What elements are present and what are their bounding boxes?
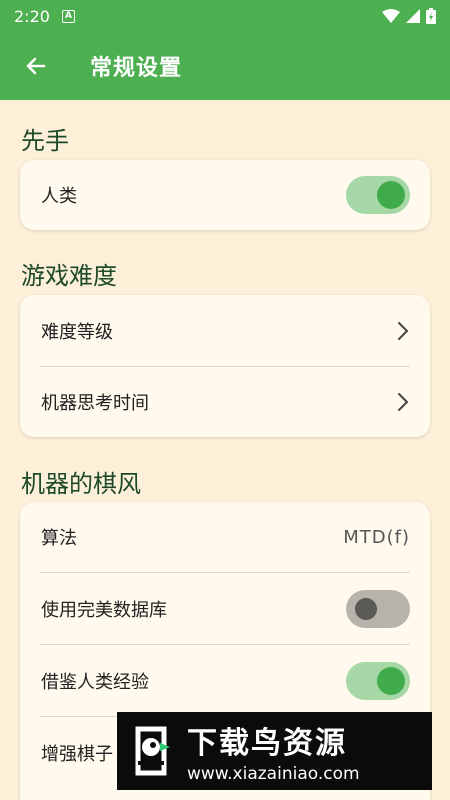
section-header-difficulty: 游戏难度	[21, 262, 117, 290]
status-bar: 2:20 A	[0, 0, 450, 32]
switch-thumb	[377, 181, 405, 209]
bird-logo-icon	[117, 712, 187, 790]
signal-icon	[406, 9, 420, 23]
setting-row-think-time[interactable]: 机器思考时间	[20, 367, 430, 437]
watermark-texts: 下载鸟资源 www.xiazainiao.com	[187, 718, 360, 784]
watermark-url: www.xiazainiao.com	[187, 764, 360, 784]
watermark-title: 下载鸟资源	[187, 726, 347, 761]
chevron-right-icon	[398, 393, 409, 411]
section-header-first-move: 先手	[21, 127, 69, 155]
setting-row-difficulty-level[interactable]: 难度等级	[20, 295, 430, 366]
setting-label: 机器思考时间	[41, 393, 149, 414]
page-title: 常规设置	[90, 56, 183, 81]
notification-icon: A	[61, 9, 75, 23]
algorithm-value: MTD(f)	[343, 526, 410, 548]
watermark-banner: 下载鸟资源 www.xiazainiao.com	[117, 712, 432, 790]
status-icons	[382, 8, 436, 24]
wifi-icon	[382, 9, 400, 23]
battery-icon	[426, 8, 436, 24]
perfect-db-switch[interactable]	[346, 589, 410, 628]
setting-label: 使用完美数据库	[41, 599, 167, 621]
setting-label: 借鉴人类经验	[41, 671, 149, 693]
card-difficulty: 难度等级 机器思考时间	[20, 295, 430, 437]
app-bar: 常规设置	[0, 32, 450, 100]
setting-label: 人类	[41, 186, 77, 207]
setting-row-human-experience[interactable]: 借鉴人类经验	[20, 645, 430, 716]
card-first-move: 人类	[20, 160, 430, 230]
human-experience-switch[interactable]	[346, 661, 410, 700]
switch-thumb	[355, 597, 377, 620]
setting-row-human-first[interactable]: 人类	[20, 160, 430, 230]
section-header-engine-style: 机器的棋风	[21, 470, 141, 498]
setting-row-perfect-db[interactable]: 使用完美数据库	[20, 573, 430, 644]
back-arrow-icon[interactable]	[22, 52, 50, 80]
status-time: 2:20	[14, 6, 50, 26]
chevron-right-icon	[398, 321, 409, 340]
setting-label: 难度等级	[41, 321, 113, 343]
setting-label: 算法	[41, 528, 77, 549]
setting-row-algorithm[interactable]: 算法 MTD(f)	[20, 502, 430, 572]
switch-thumb	[377, 666, 405, 695]
human-first-switch[interactable]	[346, 176, 410, 214]
